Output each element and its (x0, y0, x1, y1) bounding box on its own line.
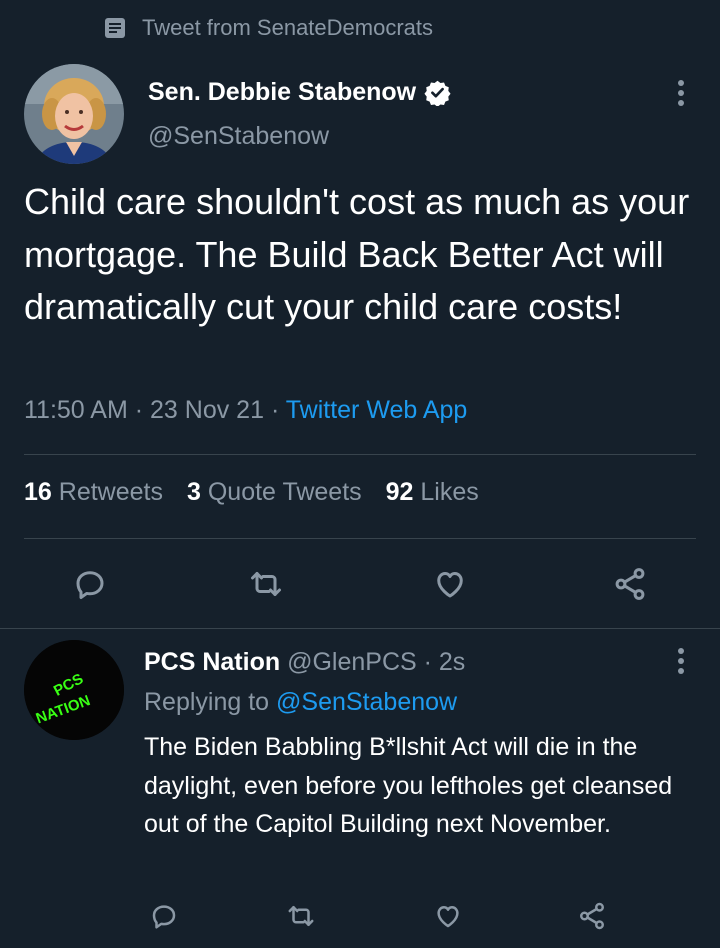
context-label: Tweet from SenateDemocrats (142, 15, 434, 40)
replying-to: Replying to @SenStabenow (144, 688, 457, 717)
tweet-meta: 11:50 AM · 23 Nov 21 · Twitter Web App (24, 396, 467, 425)
divider (0, 628, 720, 629)
tweet-time[interactable]: 11:50 AM (24, 396, 128, 424)
tweet-source[interactable]: Twitter Web App (286, 396, 468, 424)
replying-mention[interactable]: @SenStabenow (276, 688, 457, 716)
reply-icon[interactable] (66, 560, 114, 608)
author-name[interactable]: Sen. Debbie Stabenow (148, 78, 416, 107)
replying-prefix: Replying to (144, 688, 270, 716)
tweet-author: Sen. Debbie Stabenow @SenStabenow (24, 64, 696, 164)
verified-badge-icon (424, 80, 451, 106)
reply-more-options-icon[interactable] (666, 646, 696, 676)
quote-tweets-stat[interactable]: 3 Quote Tweets (187, 478, 362, 507)
reply-header: PCS Nation @GlenPCS · 2s (144, 648, 465, 677)
share-icon[interactable] (572, 896, 612, 936)
tweet-stats: 16 Retweets 3 Quote Tweets 92 Likes (24, 478, 479, 507)
reply-tweet[interactable]: PCS NATION PCS Nation @GlenPCS · 2s Repl… (24, 640, 696, 940)
reply-action-bar (144, 896, 624, 936)
reply-author-name[interactable]: PCS Nation (144, 648, 280, 676)
retweet-icon[interactable] (281, 896, 321, 936)
like-icon[interactable] (426, 560, 474, 608)
share-icon[interactable] (606, 560, 654, 608)
retweets-stat[interactable]: 16 Retweets (24, 478, 163, 507)
reply-text: The Biden Babbling B*llshit Act will die… (144, 733, 673, 838)
tweet-text: Child care shouldn't cost as much as you… (24, 181, 690, 327)
reply-age[interactable]: 2s (439, 648, 465, 676)
reply-author-handle[interactable]: @GlenPCS (287, 648, 417, 676)
document-icon (105, 18, 125, 38)
likes-stat[interactable]: 92 Likes (386, 478, 479, 507)
reply-avatar[interactable]: PCS NATION (24, 640, 124, 740)
divider (24, 454, 696, 455)
divider (24, 538, 696, 539)
tweet-action-bar (56, 560, 664, 608)
reply-icon[interactable] (144, 896, 184, 936)
meta-separator: · (134, 396, 144, 424)
meta-separator: · (270, 396, 280, 424)
author-name-row[interactable]: Sen. Debbie Stabenow (148, 78, 451, 107)
retweet-icon[interactable] (242, 560, 290, 608)
reply-separator: · (423, 648, 432, 676)
author-handle[interactable]: @SenStabenow (148, 122, 329, 151)
like-icon[interactable] (428, 896, 468, 936)
author-avatar[interactable] (24, 64, 124, 164)
tweet-date[interactable]: 23 Nov 21 (150, 396, 264, 424)
tweet-context[interactable]: Tweet from SenateDemocrats (104, 14, 433, 42)
more-options-icon[interactable] (666, 78, 696, 108)
